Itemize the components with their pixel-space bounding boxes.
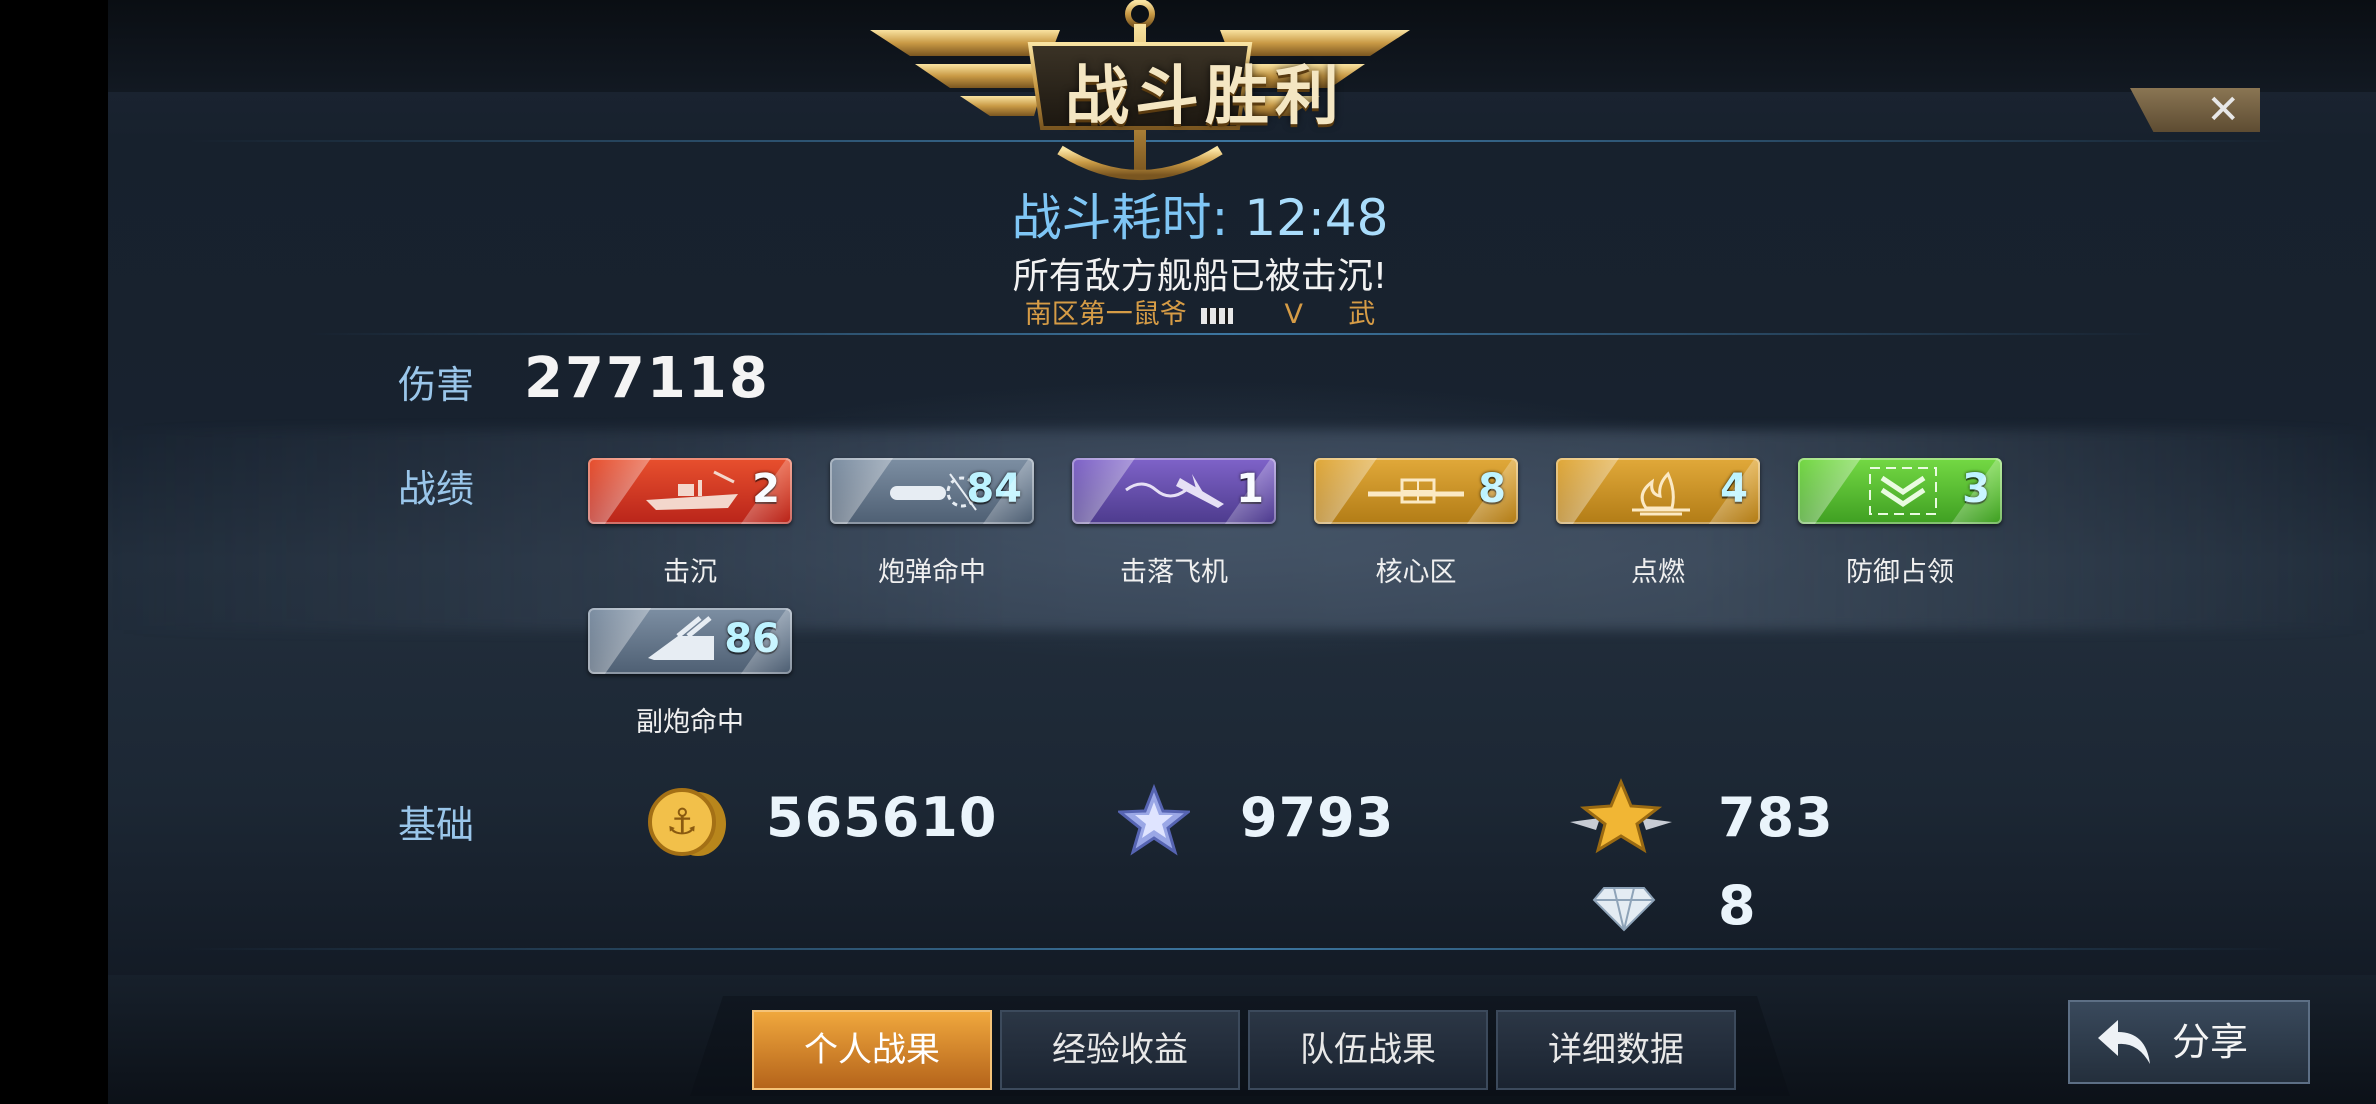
damage-value: 277118: [524, 346, 770, 411]
gold-coin-icon: ⚓: [648, 788, 726, 856]
diamond-value: 8: [1718, 874, 1757, 937]
medal-count: 84: [966, 466, 1022, 512]
medal-secondary-gun-hit[interactable]: 86 副炮命中: [588, 608, 792, 738]
medal-label: 击沉: [663, 557, 717, 588]
medal-defend-capture[interactable]: 3 防御占领: [1798, 458, 2002, 588]
medal-plane-shotdown[interactable]: 1 击落飞机: [1072, 458, 1276, 588]
battle-duration-value: 12:48: [1244, 189, 1389, 247]
medal-label: 炮弹命中: [878, 557, 986, 588]
medal-count: 4: [1720, 466, 1748, 512]
tab-personal-results[interactable]: 个人战果: [752, 1010, 992, 1090]
divider-upper: [308, 333, 2158, 335]
damage-label: 伤害: [398, 363, 475, 407]
svg-text:⚓: ⚓: [666, 802, 698, 843]
medal-count: 8: [1478, 466, 1506, 512]
diamond-icon: [1592, 887, 1656, 932]
silver-star-icon: [1118, 784, 1190, 856]
medal-label: 防御占领: [1846, 557, 1954, 588]
basic-label: 基础: [398, 803, 475, 847]
coins-value: 565610: [766, 786, 998, 849]
stats-label: 战绩: [398, 467, 475, 511]
close-icon: ✕: [2206, 87, 2240, 133]
medal-shell-hit[interactable]: 84 炮弹命中: [830, 458, 1034, 588]
player-info: 南区第一鼠爷 V 武: [940, 292, 1460, 331]
tab-detailed-data[interactable]: 详细数据: [1496, 1010, 1736, 1090]
plane-shotdown-icon: [1125, 474, 1224, 508]
defend-chevron-icon: [1869, 467, 1937, 515]
fire-icon: [1632, 471, 1690, 516]
tab-exp-income[interactable]: 经验收益: [1000, 1010, 1240, 1090]
divider-bottom: [188, 948, 2288, 950]
medal-label: 核心区: [1375, 557, 1457, 588]
player-rank: V: [1284, 299, 1304, 330]
medal-count: 2: [752, 466, 780, 512]
medal-label: 击落飞机: [1120, 557, 1228, 588]
medal-core-zone[interactable]: 8 核心区: [1314, 458, 1518, 588]
share-arrow-icon: [2098, 1020, 2150, 1064]
gold-star-value: 783: [1718, 786, 1834, 849]
share-button[interactable]: 分享: [2068, 1000, 2310, 1084]
silver-star-value: 9793: [1240, 786, 1395, 849]
share-label: 分享: [2172, 1020, 2249, 1064]
medal-fire[interactable]: 4 点燃: [1556, 458, 1760, 588]
gold-star-rank-icon: [1570, 778, 1672, 854]
battle-duration-label: 战斗耗时:: [1011, 189, 1229, 247]
medal-count: 86: [724, 616, 780, 662]
medal-count: 1: [1236, 466, 1264, 512]
player-class: 武: [1348, 299, 1376, 330]
player-name: 南区第一鼠爷: [1024, 299, 1187, 330]
nation-flag-icon: [1201, 307, 1234, 324]
medal-sink[interactable]: 2 击沉: [588, 458, 792, 588]
victory-title: 战斗胜利: [1065, 60, 1345, 134]
warship-icon: [646, 470, 738, 510]
battle-duration: 战斗耗时: 12:48: [940, 178, 1460, 250]
core-zone-icon: [1368, 478, 1464, 504]
tab-team-results[interactable]: 队伍战果: [1248, 1010, 1488, 1090]
medal-count: 3: [1962, 466, 1990, 512]
medal-label: 副炮命中: [636, 707, 744, 738]
medal-label: 点燃: [1631, 557, 1685, 588]
